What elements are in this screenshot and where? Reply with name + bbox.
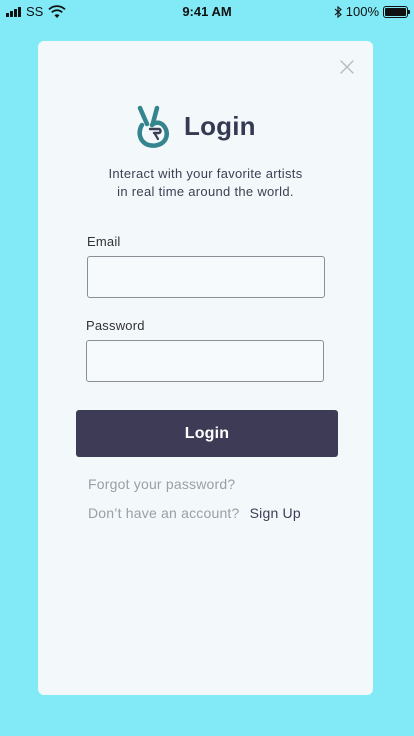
email-label: Email — [87, 234, 121, 249]
bluetooth-icon — [334, 5, 342, 18]
forgot-password-link[interactable]: Forgot your password? — [88, 476, 235, 492]
signup-row: Don’t have an account? Sign Up — [88, 505, 301, 521]
tagline-line-1: Interact with your favorite artists — [108, 166, 303, 181]
login-button[interactable]: Login — [76, 410, 338, 457]
no-account-text: Don’t have an account? — [88, 505, 240, 521]
status-bar: SS 9:41 AM 100% — [0, 0, 414, 24]
email-field[interactable] — [87, 256, 325, 298]
tagline-line-2: in real time around the world. — [117, 184, 294, 199]
status-right: 100% — [334, 4, 410, 19]
password-field[interactable] — [86, 340, 324, 382]
close-icon[interactable] — [339, 59, 355, 75]
tagline: Interact with your favorite artists in r… — [38, 165, 373, 201]
login-card: Login Interact with your favorite artist… — [38, 41, 373, 695]
page-title: Login — [184, 110, 256, 141]
victory-hand-icon — [137, 105, 169, 148]
battery-percent: 100% — [345, 4, 379, 19]
battery-icon — [383, 5, 410, 18]
logo-row: Login — [132, 103, 256, 149]
sign-up-link[interactable]: Sign Up — [250, 505, 301, 521]
password-label: Password — [86, 318, 145, 333]
